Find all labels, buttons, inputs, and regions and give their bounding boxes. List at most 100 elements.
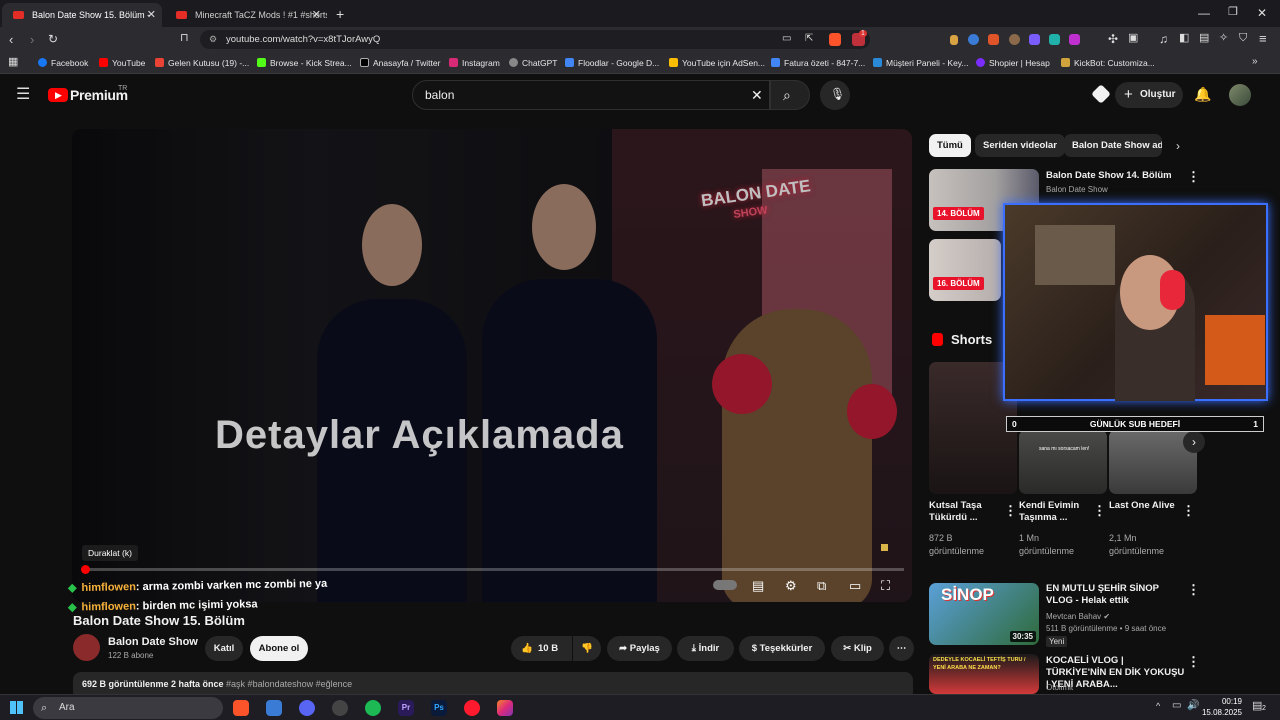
miniplayer-icon[interactable]: ⧉ [817, 578, 826, 594]
video-player[interactable]: BALON DATE SHOW [72, 129, 912, 602]
youtube-logo-icon[interactable]: ▶ [48, 88, 68, 102]
bookmark-shopier[interactable]: Shopier | Hesap [976, 52, 1050, 74]
new-tab-icon[interactable]: + [336, 7, 344, 21]
join-button[interactable]: Katıl [205, 636, 243, 661]
bookmark-chatgpt[interactable]: ChatGPT [509, 52, 557, 74]
short-menu-icon[interactable]: ⋮ [1004, 503, 1017, 519]
fullscreen-icon[interactable]: ⛶ [881, 578, 890, 594]
short-title[interactable]: Kendi Evimin Taşınma ... [1019, 500, 1089, 524]
app-taskbar-icon[interactable] [266, 700, 282, 716]
discord-taskbar-icon[interactable] [299, 700, 315, 716]
bookmark-musteri-paneli[interactable]: Müşteri Paneli - Key... [873, 52, 969, 74]
channel-name[interactable]: Balon Date Show [108, 636, 198, 648]
windows-start-icon[interactable] [10, 701, 23, 714]
rec-menu-icon[interactable]: ⋮ [1187, 169, 1200, 185]
autoplay-toggle[interactable] [713, 580, 737, 590]
notifications-icon[interactable]: ▤ [1252, 701, 1262, 712]
chip-all[interactable]: Tümü [929, 134, 971, 157]
leo-icon[interactable]: ✧ [1219, 33, 1228, 44]
cast-icon[interactable]: ▭ [782, 34, 791, 44]
reload-icon[interactable]: ↻ [48, 33, 58, 45]
screenshot-icon[interactable]: ▣ [1128, 33, 1138, 44]
channel-avatar[interactable] [73, 634, 100, 661]
short-title[interactable]: Kutsal Taşa Tükürdü ... [929, 500, 999, 524]
close-tab-icon[interactable]: ✕ [312, 3, 321, 27]
bookmark-icon[interactable]: ⊓ [180, 33, 189, 44]
bookmark-gmail[interactable]: Gelen Kutusu (19) -... [155, 52, 249, 74]
bookmark-google-docs[interactable]: Floodlar - Google D... [565, 52, 659, 74]
search-button[interactable]: ⌕ [770, 80, 810, 110]
clip-button[interactable]: ✂ Klip [831, 636, 884, 661]
wallet-icon[interactable]: ▤ [1199, 33, 1209, 44]
more-actions-button[interactable]: ⋯ [889, 636, 914, 661]
rec-title[interactable]: EN MUTLU ŞEHİR SİNOP VLOG - Helak ettik [1046, 583, 1186, 607]
rec-menu-icon[interactable]: ⋮ [1187, 582, 1200, 598]
chip-channel[interactable]: Balon Date Show adlı [1064, 134, 1162, 157]
share-icon[interactable]: ⇱ [805, 34, 813, 44]
theater-mode-icon[interactable]: ▭ [849, 578, 861, 594]
bookmark-fatura[interactable]: Fatura özeti - 847-7... [771, 52, 865, 74]
premiere-pro-icon[interactable]: Pr [398, 700, 414, 716]
settings-gear-icon[interactable]: ⚙ [785, 578, 797, 594]
forward-icon[interactable]: › [30, 33, 34, 46]
taskbar-clock[interactable]: 00:19 15.08.2025 [1200, 696, 1242, 718]
bookmark-twitter[interactable]: Anasayfa / Twitter [360, 52, 440, 74]
tab-minecraft[interactable]: Minecraft TaCZ Mods ! #1 #shorts # ✕ [165, 3, 327, 27]
brave-taskbar-icon[interactable] [233, 700, 249, 716]
taskbar-search[interactable]: ⌕ Ara [33, 697, 223, 719]
bookmark-instagram[interactable]: Instagram [449, 52, 500, 74]
extension-icon[interactable] [1029, 34, 1040, 45]
back-icon[interactable]: ‹ [9, 33, 13, 46]
brave-shield-icon[interactable] [829, 33, 841, 46]
rec-title[interactable]: Balon Date Show 14. Bölüm [1046, 170, 1181, 182]
progress-scrubber[interactable] [81, 565, 90, 574]
account-avatar[interactable] [1229, 84, 1251, 106]
spotify-taskbar-icon[interactable] [365, 700, 381, 716]
tray-chevron-icon[interactable]: ^ [1156, 702, 1160, 711]
rec-channel[interactable]: Balon Date Show [1046, 184, 1108, 195]
dislike-button[interactable]: 👎 [573, 636, 601, 661]
rec-channel[interactable]: Mevtcan Bahav ✔ [1046, 611, 1110, 622]
short-title[interactable]: Last One Alive [1109, 500, 1179, 512]
close-window-icon[interactable]: ✕ [1257, 7, 1267, 19]
volume-icon[interactable]: 🔊 [1187, 701, 1199, 711]
menu-icon[interactable]: ≡ [1259, 32, 1267, 45]
opera-taskbar-icon[interactable] [464, 700, 480, 716]
extension-icon[interactable] [1049, 34, 1060, 45]
progress-bar[interactable] [81, 565, 904, 574]
chip-series[interactable]: Seriden videolar [975, 134, 1065, 157]
search-input[interactable]: balon ✕ [412, 80, 770, 110]
tab-balon-date-show[interactable]: Balon Date Show 15. Bölüm - ✕ [2, 3, 162, 27]
bookmark-kick[interactable]: Browse - Kick Strea... [257, 52, 352, 74]
thanks-button[interactable]: $ Teşekkürler [739, 636, 825, 661]
short-thumbnail[interactable]: sana mı sorsacam len! [1019, 430, 1107, 494]
hashtags[interactable]: #aşk #balondateshow #eğlence [226, 679, 352, 689]
like-button[interactable]: 👍 10 B [511, 636, 572, 661]
photoshop-icon[interactable]: Ps [431, 700, 447, 716]
extensions-puzzle-icon[interactable]: ✣ [1108, 33, 1118, 45]
media-icon[interactable]: ♫ [1159, 33, 1168, 45]
short-menu-icon[interactable]: ⋮ [1182, 503, 1195, 519]
extension-icon[interactable] [1069, 34, 1080, 45]
rec-channel[interactable]: Otolimit [1046, 682, 1073, 693]
network-icon[interactable]: ▭ [1172, 701, 1181, 711]
apps-grid-icon[interactable]: ▦ [8, 57, 18, 68]
info-card-icon[interactable] [881, 544, 888, 551]
restore-icon[interactable]: ❐ [1228, 7, 1238, 18]
sidebar-icon[interactable]: ◧ [1179, 33, 1189, 44]
minimize-icon[interactable]: — [1198, 7, 1210, 19]
rec-menu-icon[interactable]: ⋮ [1187, 654, 1200, 670]
rec-thumbnail[interactable]: SİNOP 30:35 [929, 583, 1039, 645]
shorts-next-icon[interactable]: › [1183, 431, 1205, 453]
voice-search-button[interactable]: 🎙 [820, 80, 850, 110]
chips-next-icon[interactable]: › [1176, 140, 1180, 152]
site-info-icon[interactable]: ⚙ [209, 30, 217, 49]
extension-icon[interactable] [968, 34, 979, 45]
short-menu-icon[interactable]: ⋮ [1093, 503, 1106, 519]
extension-icon[interactable] [1009, 34, 1020, 45]
rec-thumbnail[interactable]: DEDEYLE KOCAELİ TEFTİŞ TURU / YENİ ARABA… [929, 654, 1039, 694]
bookmark-adsense[interactable]: YouTube için AdSen... [669, 52, 765, 74]
share-button[interactable]: ➦ Paylaş [607, 636, 672, 661]
vpn-icon[interactable]: ⛉ [1239, 33, 1247, 44]
hamburger-menu-icon[interactable]: ☰ [16, 87, 30, 103]
